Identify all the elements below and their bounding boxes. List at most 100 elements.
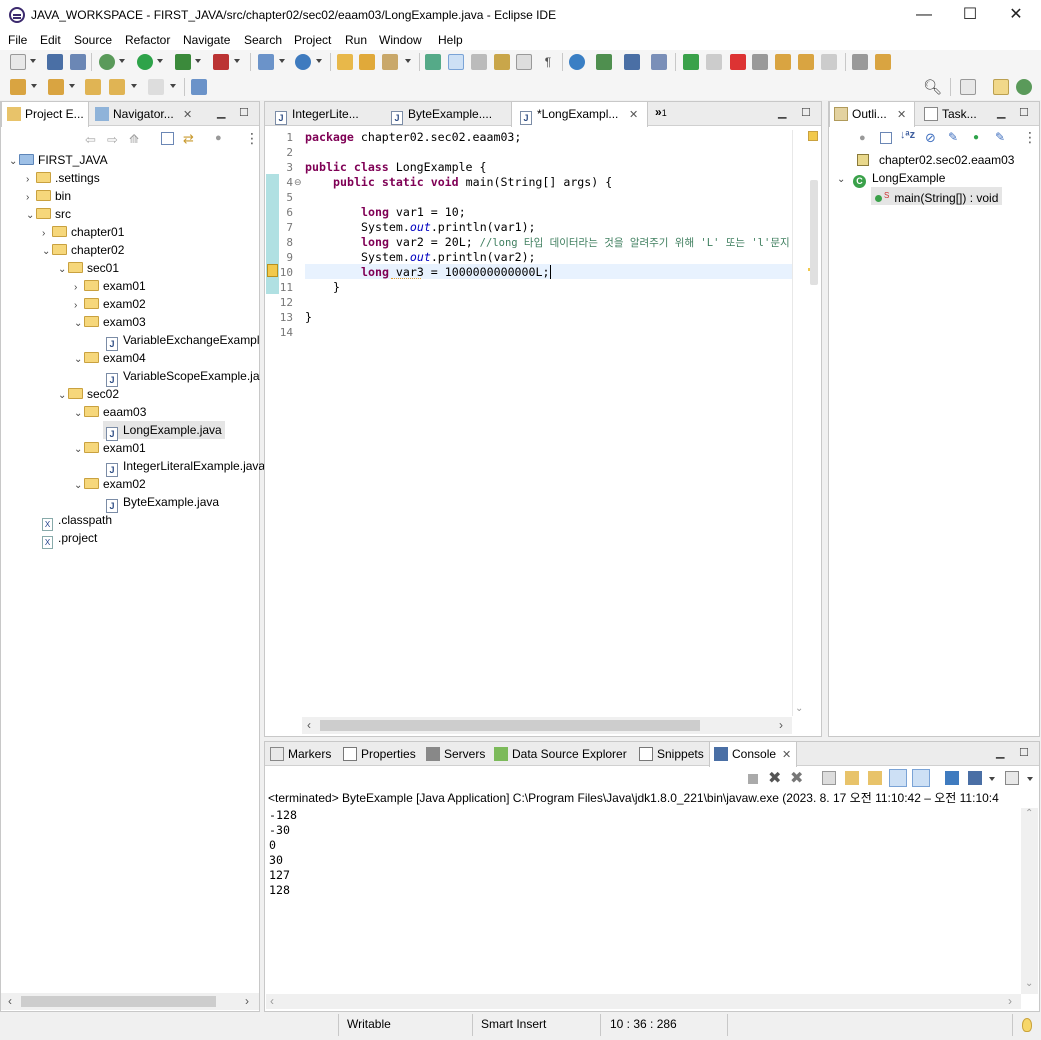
tab-servers[interactable]: Servers — [424, 742, 491, 766]
chevron-down-icon[interactable]: ⌄ — [58, 261, 68, 279]
console-vscrollbar[interactable]: ⌃ ⌄ — [1021, 808, 1038, 994]
clear-console-icon[interactable] — [822, 771, 836, 785]
run-icon[interactable] — [137, 54, 153, 70]
tab-properties[interactable]: Properties — [341, 742, 421, 766]
minimize-view-icon[interactable]: ▁ — [217, 106, 225, 119]
outline-menu-icon[interactable]: ⋮ — [1023, 129, 1037, 146]
outline-item-package[interactable]: chapter02.sec02.eaam03 — [857, 151, 1014, 169]
block-selection-icon[interactable] — [471, 54, 487, 70]
tree-item-exam01[interactable]: › exam01 — [74, 277, 146, 295]
hide-local-types-icon[interactable]: ✎ — [995, 130, 1005, 144]
chevron-down-icon[interactable]: ⌄ — [74, 477, 84, 495]
new-java-project-icon[interactable] — [258, 54, 274, 70]
tree-item-settings[interactable]: › .settings — [26, 169, 100, 187]
tree-item-sec02[interactable]: ⌄ sec02 — [58, 385, 119, 403]
hide-fields-icon[interactable]: ⊘ — [925, 130, 936, 146]
tab-integer-literal[interactable]: J IntegerLite... — [269, 102, 379, 126]
back-dropdown-icon[interactable] — [131, 84, 137, 88]
tree-item-exam02[interactable]: › exam02 — [74, 295, 146, 313]
tab-long-example[interactable]: J *LongExampl... — [511, 102, 648, 127]
scroll-thumb[interactable] — [21, 996, 216, 1007]
menu-edit[interactable]: Edit — [40, 33, 61, 47]
hide-non-public-icon[interactable]: ● — [973, 132, 979, 143]
close-console-icon[interactable]: ✕ — [782, 748, 791, 761]
chevron-down-icon[interactable]: ⌄ — [74, 315, 84, 333]
menu-help[interactable]: Help — [438, 33, 463, 47]
minimize-outline-icon[interactable]: ▁ — [997, 106, 1005, 119]
suspend-icon[interactable] — [706, 54, 722, 70]
open-console-dropdown-icon[interactable] — [1027, 777, 1033, 781]
scroll-right-icon[interactable]: › — [1008, 994, 1012, 1008]
tab-navigator[interactable]: Navigator... — [92, 102, 222, 126]
tab-data-source-explorer[interactable]: Data Source Explorer — [492, 742, 632, 766]
scroll-down-icon[interactable]: ⌄ — [1025, 978, 1033, 989]
maximize-console-icon[interactable]: ☐ — [1019, 746, 1029, 759]
tree-item-variable-exchange[interactable]: J VariableExchangeExampl — [106, 331, 260, 351]
save-all-icon[interactable] — [70, 54, 86, 70]
outline-item-method[interactable]: Smain(String[]) : void — [871, 187, 1003, 205]
terminate-icon[interactable] — [730, 54, 746, 70]
hide-static-icon[interactable]: ✎ — [948, 130, 958, 144]
scroll-up-icon[interactable]: ⌃ — [1025, 808, 1033, 819]
save-icon[interactable] — [47, 54, 63, 70]
debug-icon[interactable] — [99, 54, 115, 70]
close-button[interactable]: ✕ — [993, 0, 1039, 31]
highlight-icon[interactable] — [448, 54, 464, 70]
tree-item-bin[interactable]: › bin — [26, 187, 71, 205]
show-on-stdout-icon[interactable] — [889, 769, 907, 787]
tree-item-sec01[interactable]: ⌄ sec01 — [58, 259, 119, 277]
terminate-console-icon[interactable] — [748, 774, 758, 784]
pin-icon[interactable] — [651, 54, 667, 70]
tree-item-exam01-sec02[interactable]: ⌄ exam01 — [74, 439, 146, 457]
run-dropdown-icon[interactable] — [157, 59, 163, 63]
new-class-dropdown-icon[interactable] — [316, 59, 322, 63]
close-tab-icon[interactable]: ✕ — [629, 108, 638, 121]
java-browsing-icon[interactable] — [596, 54, 612, 70]
collapse-all-icon[interactable] — [161, 132, 174, 145]
up-nav-icon[interactable]: ⟰ — [129, 132, 139, 146]
scroll-left-icon[interactable]: ‹ — [307, 718, 311, 732]
editor-vscroll-thumb[interactable] — [810, 180, 818, 285]
overview-warning-icon[interactable] — [808, 131, 818, 141]
globe-icon[interactable] — [569, 54, 585, 70]
minimize-button[interactable]: — — [901, 0, 947, 31]
link-with-editor-icon[interactable]: ⇄ — [183, 131, 194, 147]
tree-item-exam02-sec02[interactable]: ⌄ exam02 — [74, 475, 146, 493]
forward-dropdown-icon[interactable] — [170, 84, 176, 88]
debug-perspective-icon[interactable] — [1016, 79, 1032, 95]
drop-to-frame-icon[interactable] — [852, 54, 868, 70]
remove-all-icon[interactable]: ✖ — [790, 768, 803, 788]
scroll-right-icon[interactable]: › — [245, 994, 249, 1008]
forward-nav-icon[interactable]: ⇨ — [107, 132, 118, 148]
chevron-down-icon[interactable]: ⌄ — [42, 243, 52, 261]
chevron-down-icon[interactable]: ⌄ — [74, 405, 84, 423]
tree-item-exam04[interactable]: ⌄ exam04 — [74, 349, 146, 367]
tree-item-classpath[interactable]: X .classpath — [42, 511, 112, 531]
outline-item-class[interactable]: ⌄ C LongExample — [837, 169, 945, 188]
previous-annotation-dropdown-icon[interactable] — [69, 84, 75, 88]
tree-item-long-example[interactable]: J LongExample.java — [103, 421, 225, 441]
sort-icon[interactable]: ↓ᵃz — [900, 129, 915, 141]
remove-launch-icon[interactable]: ✖ — [768, 768, 781, 788]
maximize-button[interactable]: ☐ — [947, 0, 993, 31]
tree-item-variable-scope[interactable]: J VariableScopeExample.ja — [106, 367, 260, 387]
chevron-down-icon[interactable]: ⌄ — [74, 441, 84, 459]
close-outline-icon[interactable]: ✕ — [897, 108, 906, 121]
maximize-editor-icon[interactable]: ☐ — [801, 106, 811, 119]
console-view-icon[interactable] — [624, 54, 640, 70]
console-hscrollbar[interactable]: ‹ › — [266, 994, 1021, 1009]
show-on-stderr-icon[interactable] — [912, 769, 930, 787]
scroll-thumb[interactable] — [320, 720, 700, 731]
java-perspective-icon[interactable] — [993, 79, 1009, 95]
scroll-lock-icon[interactable] — [845, 771, 859, 785]
minimize-editor-icon[interactable]: ▁ — [778, 106, 786, 119]
scroll-left-icon[interactable]: ‹ — [8, 994, 12, 1008]
chevron-down-icon[interactable]: ⌄ — [58, 387, 68, 405]
tree-item-byte-example[interactable]: J ByteExample.java — [106, 493, 219, 513]
maximize-view-icon[interactable]: ☐ — [239, 106, 249, 119]
focus-icon[interactable]: ● — [859, 132, 866, 144]
view-menu-icon[interactable]: ⋮ — [245, 130, 259, 147]
tree-item-integer-literal[interactable]: J IntegerLiteralExample.java — [106, 457, 265, 477]
word-wrap-icon[interactable] — [516, 54, 532, 70]
close-navigator-icon[interactable]: ✕ — [183, 108, 192, 121]
